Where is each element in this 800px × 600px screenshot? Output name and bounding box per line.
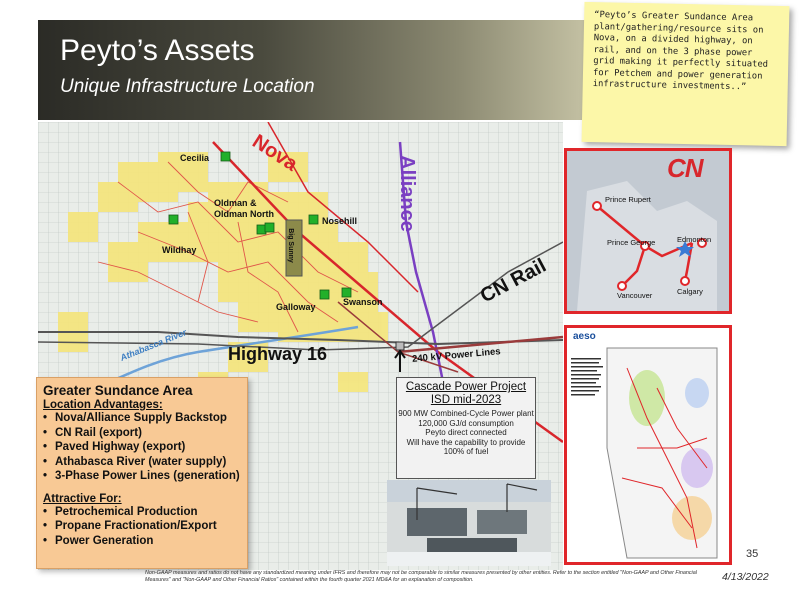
wildhay-label: Wildhay bbox=[162, 245, 197, 255]
title-banner: Peyto’s Assets Unique Infrastructure Loc… bbox=[38, 20, 598, 120]
slide-date: 4/13/2022 bbox=[722, 571, 769, 583]
highway-label: Highway 16 bbox=[228, 344, 328, 364]
list-item: CN Rail (export) bbox=[43, 426, 241, 441]
list-item: Nova/Alliance Supply Backstop bbox=[43, 411, 241, 426]
city-vancouver: Vancouver bbox=[617, 291, 653, 300]
galloway-label: Galloway bbox=[276, 302, 316, 312]
aeso-logo: aeso bbox=[573, 331, 596, 342]
city-calgary: Calgary bbox=[677, 287, 703, 296]
footnote: Non-GAAP measures and ratios do not have… bbox=[145, 570, 697, 583]
slide-title: Peyto’s Assets bbox=[60, 34, 255, 67]
page-number: 35 bbox=[746, 548, 759, 560]
slide-subtitle: Unique Infrastructure Location bbox=[60, 76, 315, 97]
cascade-title: Cascade Power Project bbox=[405, 381, 527, 393]
city-edmonton: Edmonton bbox=[677, 235, 712, 244]
list-item: Paved Highway (export) bbox=[43, 440, 241, 455]
nosehill-label: Nosehill bbox=[322, 216, 358, 226]
swanson-label: Swanson bbox=[343, 297, 383, 307]
attractive-title: Attractive For: bbox=[43, 492, 122, 505]
aeso-map-graphics bbox=[571, 347, 718, 559]
list-item: 3-Phase Power Lines (generation) bbox=[43, 469, 241, 484]
city-prince-george: Prince George bbox=[607, 238, 656, 247]
greater-sundance-info-box: Greater Sundance Area Location Advantage… bbox=[36, 377, 248, 569]
list-item: Power Generation bbox=[43, 534, 241, 549]
list-item: Petrochemical Production bbox=[43, 505, 241, 520]
cascade-subtitle: ISD mid-2023 bbox=[430, 394, 502, 406]
construction-photo bbox=[387, 480, 551, 566]
slide: Peyto’s Assets Unique Infrastructure Loc… bbox=[0, 0, 800, 600]
oldman-label: Oldman & Oldman North bbox=[214, 198, 274, 219]
list-item: Athabasca River (water supply) bbox=[43, 455, 241, 470]
info-heading: Greater Sundance Area bbox=[43, 383, 193, 398]
cn-rail-map-panel: CN Prince Rupert Prince George Edmonton … bbox=[564, 148, 732, 314]
cascade-power-project-box: Cascade Power Project ISD mid-2023 900 M… bbox=[396, 377, 536, 479]
cascade-site-marker bbox=[395, 341, 405, 351]
city-prince-rupert: Prince Rupert bbox=[605, 195, 651, 204]
advantages-list: Nova/Alliance Supply Backstop CN Rail (e… bbox=[43, 411, 241, 484]
photo-graphics bbox=[387, 480, 551, 566]
list-item: Peyto direct connected bbox=[425, 428, 507, 438]
cn-map-graphics bbox=[567, 151, 729, 311]
attractive-list: Petrochemical Production Propane Fractio… bbox=[43, 505, 241, 549]
big-sunny-label: Big Sunny bbox=[286, 228, 294, 263]
list-item: 120,000 GJ/d consumption bbox=[418, 418, 514, 428]
list-item: 900 MW Combined-Cycle Power plant bbox=[398, 409, 534, 418]
advantages-title: Location Advantages: bbox=[43, 399, 163, 411]
cascade-list: 900 MW Combined-Cycle Power plant 120,00… bbox=[397, 409, 535, 457]
alliance-label: Alliance bbox=[395, 155, 418, 232]
cecilia-label: Cecilia bbox=[180, 153, 210, 163]
list-item: Propane Fractionation/Export bbox=[43, 519, 241, 534]
aeso-map-panel: aeso bbox=[564, 325, 732, 565]
cn-logo: CN bbox=[667, 153, 704, 183]
list-item: Will have the capability to provide 100%… bbox=[406, 437, 526, 457]
sticky-note: “Peyto’s Greater Sundance Area plant/gat… bbox=[581, 1, 790, 147]
